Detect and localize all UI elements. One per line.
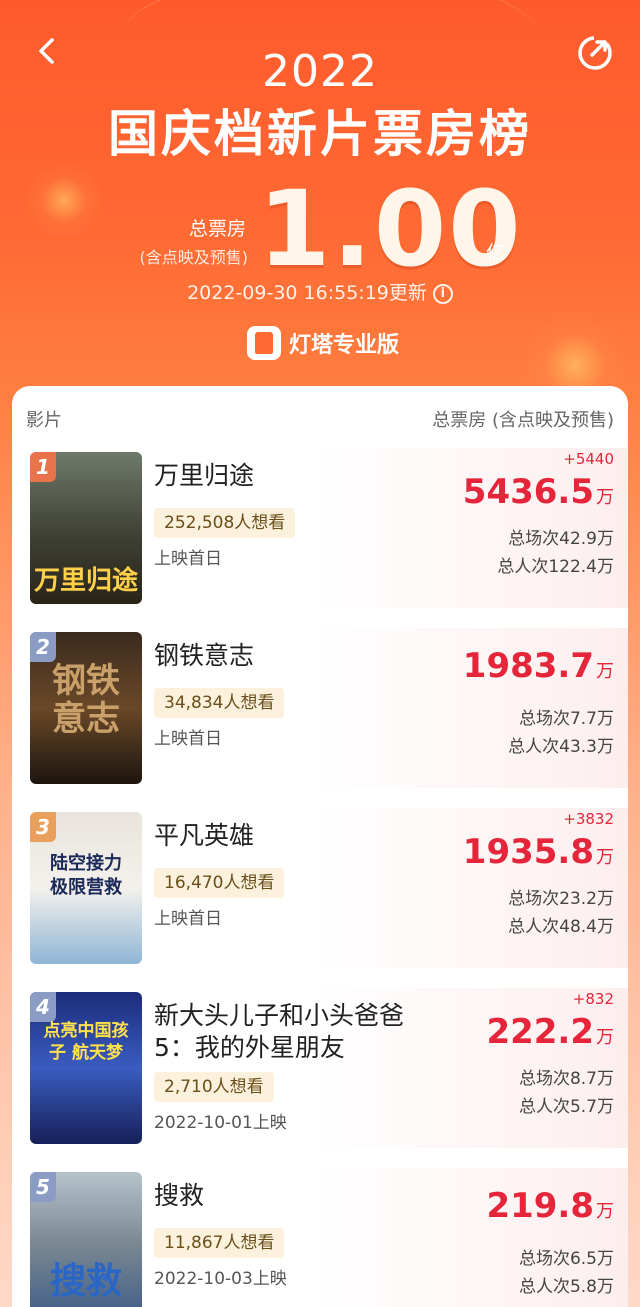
lighthouse-logo-icon <box>247 326 281 360</box>
total-box-office-label: 总票房 <box>188 218 246 240</box>
release-info: 上映首日 <box>154 909 222 929</box>
gross-number: 1935.8 <box>462 832 594 872</box>
gross-unit: 万 <box>596 847 614 868</box>
total-box-office-unit: 亿 <box>486 242 506 264</box>
gross-delta: +832 <box>572 990 614 1008</box>
total-box-office-value: 1.00 <box>258 168 523 290</box>
gross-unit: 万 <box>596 1027 614 1048</box>
column-header-gross: 总票房 (含点映及预售) <box>432 410 614 431</box>
total-box-office-note: (含点映及预售) <box>139 248 249 267</box>
total-admissions: 总人次122.4万 <box>497 557 614 577</box>
poster-title: 钢铁意志 <box>52 661 120 739</box>
movie-title: 万里归途 <box>154 461 255 490</box>
total-admissions: 总人次48.4万 <box>508 917 614 937</box>
movie-title: 搜救 <box>154 1181 205 1210</box>
total-shows: 总场次7.7万 <box>518 709 614 729</box>
gross-unit: 万 <box>596 661 614 682</box>
year-label: 2022 <box>262 46 378 97</box>
movie-row-2[interactable]: 2 钢铁意志 钢铁意志 34,834人想看 上映首日 1983.7 万 总场次7.… <box>12 628 628 796</box>
brand: 灯塔专业版 <box>247 324 399 362</box>
want-to-see-badge: 252,508人想看 <box>154 508 296 538</box>
rank-badge: 2 <box>30 632 56 662</box>
movie-title: 平凡英雄 <box>154 821 255 850</box>
update-time: 2022-09-30 16:55:19更新 i <box>0 278 640 305</box>
firework-left <box>24 160 104 240</box>
gross-number: 219.8 <box>486 1186 594 1226</box>
want-to-see-badge: 16,470人想看 <box>154 868 285 898</box>
header: 2022 国庆档新片票房榜 总票房 (含点映及预售) 1.00 亿 2022-0… <box>0 0 640 420</box>
poster-title: 万里归途 <box>33 566 138 596</box>
rank-badge: 1 <box>30 452 56 482</box>
total-admissions: 总人次5.7万 <box>518 1097 614 1117</box>
movie-title: 钢铁意志 <box>154 641 255 670</box>
gross-number: 5436.5 <box>462 472 594 512</box>
update-time-text: 2022-09-30 16:55:19更新 <box>187 282 427 304</box>
column-header-movie: 影片 <box>26 410 62 431</box>
page-title: 国庆档新片票房榜 <box>108 105 532 163</box>
gross-number: 1983.7 <box>462 646 594 686</box>
gross-number: 222.2 <box>486 1012 594 1052</box>
gross-unit: 万 <box>596 487 614 508</box>
release-info: 上映首日 <box>154 729 222 749</box>
movie-poster[interactable]: 1 万里归途 <box>30 452 142 604</box>
release-info: 2022-10-03上映 <box>154 1269 287 1289</box>
movie-poster[interactable]: 2 钢铁意志 <box>30 632 142 784</box>
release-info: 上映首日 <box>154 549 222 569</box>
gross-unit: 万 <box>596 1201 614 1222</box>
brand-name: 灯塔专业版 <box>289 333 400 358</box>
poster-title: 点亮中国孩子 航天梦 <box>43 1021 129 1063</box>
movie-title: 新大头儿子和小头爸爸5：我的外星朋友 <box>154 1001 405 1062</box>
want-to-see-badge: 2,710人想看 <box>154 1072 274 1102</box>
table-header: 影片 总票房 (含点映及预售) <box>12 406 628 432</box>
info-icon[interactable]: i <box>432 283 453 304</box>
rank-badge: 5 <box>30 1172 56 1202</box>
gross-value: 1983.7 万 <box>463 646 614 686</box>
movie-poster[interactable]: 4 点亮中国孩子 航天梦 <box>30 992 142 1144</box>
movie-row-3[interactable]: 3 陆空接力 极限营救 平凡英雄 16,470人想看 上映首日 +3832 19… <box>12 808 628 976</box>
rank-badge: 3 <box>30 812 56 842</box>
gross-value: 219.8 万 <box>486 1186 614 1226</box>
total-admissions: 总人次5.8万 <box>518 1277 614 1297</box>
movie-poster[interactable]: 3 陆空接力 极限营救 <box>30 812 142 964</box>
gross-value: 1935.8 万 <box>463 832 614 872</box>
total-shows: 总场次23.2万 <box>508 889 614 909</box>
total-shows: 总场次8.7万 <box>518 1069 614 1089</box>
total-admissions: 总人次43.3万 <box>508 737 614 757</box>
total-shows: 总场次42.9万 <box>508 529 614 549</box>
movie-row-5[interactable]: 5 搜救 搜救 11,867人想看 2022-10-03上映 219.8 万 总场… <box>12 1168 628 1307</box>
want-to-see-badge: 11,867人想看 <box>154 1228 285 1258</box>
gross-delta: +5440 <box>563 450 614 468</box>
want-to-see-badge: 34,834人想看 <box>154 688 285 718</box>
gross-value: 222.2 万 <box>486 1012 614 1052</box>
gross-value: 5436.5 万 <box>463 472 614 512</box>
poster-title: 陆空接力 极限营救 <box>50 853 122 898</box>
rank-badge: 4 <box>30 992 56 1022</box>
movie-row-1[interactable]: 1 万里归途 万里归途 252,508人想看 上映首日 +5440 5436.5… <box>12 448 628 616</box>
total-shows: 总场次6.5万 <box>518 1249 614 1269</box>
movie-poster[interactable]: 5 搜救 <box>30 1172 142 1307</box>
ranking-panel: 影片 总票房 (含点映及预售) 1 万里归途 万里归途 252,508人想看 上… <box>12 386 628 1307</box>
movie-row-4[interactable]: 4 点亮中国孩子 航天梦 新大头儿子和小头爸爸5：我的外星朋友 2,710人想看… <box>12 988 628 1156</box>
gross-delta: +3832 <box>563 810 614 828</box>
poster-title: 搜救 <box>49 1261 122 1302</box>
release-info: 2022-10-01上映 <box>154 1113 287 1133</box>
